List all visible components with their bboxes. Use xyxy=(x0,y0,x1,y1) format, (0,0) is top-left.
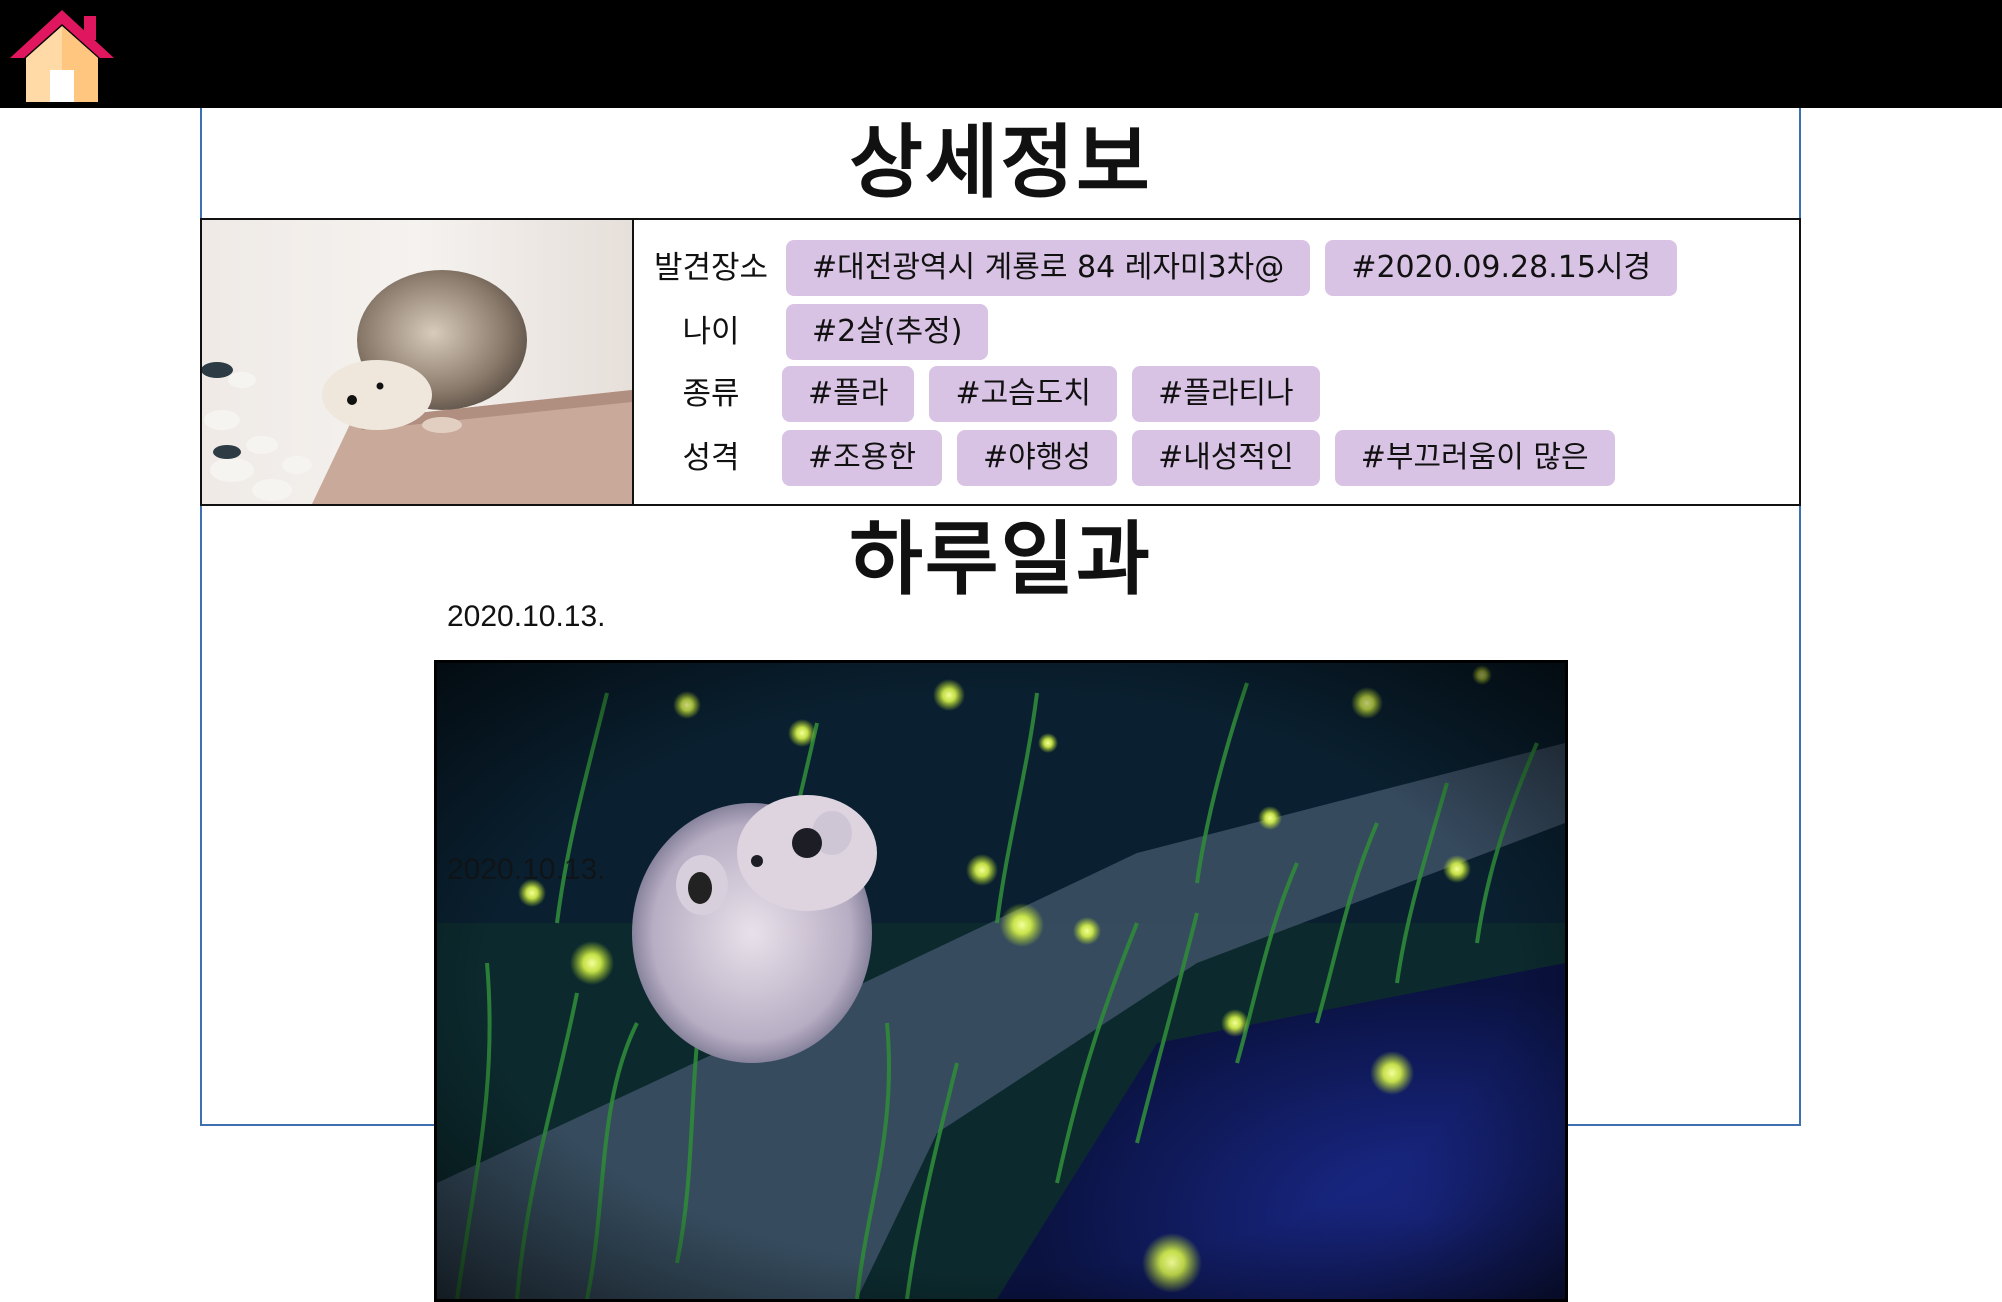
hedgehog-firefly-photo xyxy=(434,660,1568,1302)
label-species: 종류 xyxy=(682,376,740,412)
tag-personality-3[interactable]: #내성적인 xyxy=(1132,430,1320,486)
daily-title: 하루일과 xyxy=(849,513,1152,606)
tag-personality-4[interactable]: #부끄러움이 많은 xyxy=(1334,430,1615,486)
tag-personality-2[interactable]: #야행성 xyxy=(957,430,1117,486)
tag-age[interactable]: #2살(추정) xyxy=(786,304,989,360)
tag-species-2[interactable]: #고슴도치 xyxy=(929,366,1117,422)
label-age: 나이 xyxy=(682,314,740,350)
tag-personality-1[interactable]: #조용한 xyxy=(782,430,942,486)
tag-location[interactable]: #대전광역시 계룡로 84 레자미3차@ xyxy=(786,240,1311,296)
label-personality: 성격 xyxy=(682,440,740,476)
tag-species-1[interactable]: #플라 xyxy=(782,366,915,422)
detail-info-table: 발견장소 #대전광역시 계룡로 84 레자미3차@ #2020.09.28.15… xyxy=(200,218,1801,506)
hedgehog-photo xyxy=(202,220,632,504)
label-location: 발견장소 xyxy=(653,250,769,286)
tag-species-3[interactable]: #플라티나 xyxy=(1132,366,1320,422)
top-bar xyxy=(0,0,2002,108)
daily-date: 2020.10.13. xyxy=(447,600,606,633)
tag-found-time[interactable]: #2020.09.28.15시경 xyxy=(1325,240,1678,296)
home-icon[interactable] xyxy=(6,8,118,104)
info-divider xyxy=(632,220,634,504)
daily-date-overlay: 2020.10.13. xyxy=(447,853,606,886)
detail-title: 상세정보 xyxy=(849,116,1152,209)
